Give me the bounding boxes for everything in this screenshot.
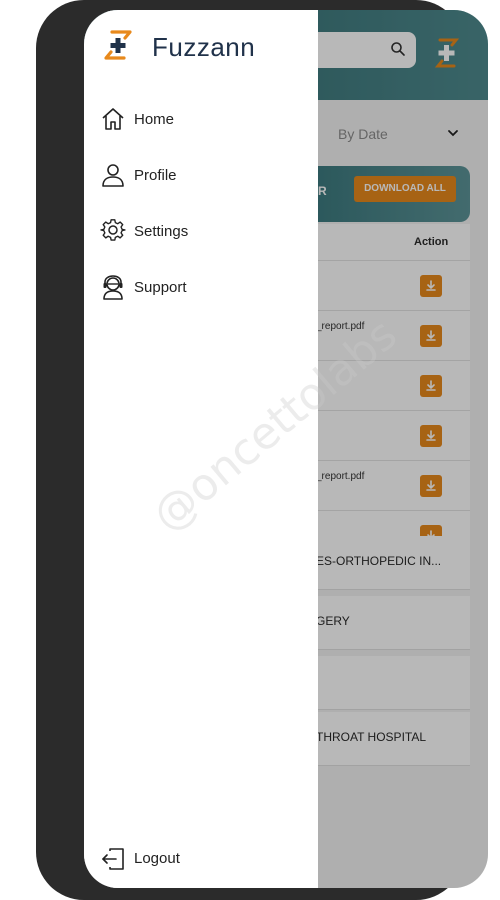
phone-frame: By Date R DOWNLOAD ALL Action _report.pd…	[36, 0, 488, 900]
brand: Fuzzann	[100, 28, 290, 64]
app-name: Fuzzann	[152, 32, 256, 62]
drawer-item-support[interactable]: Support	[100, 270, 300, 306]
drawer-item-label: Settings	[134, 223, 189, 240]
app-logo-icon	[104, 30, 132, 60]
screen: By Date R DOWNLOAD ALL Action _report.pd…	[84, 10, 488, 888]
gear-icon	[100, 219, 126, 241]
drawer-item-label: Support	[134, 279, 187, 296]
drawer-item-home[interactable]: Home	[100, 102, 300, 138]
logout-icon	[102, 848, 124, 870]
logout-button[interactable]: Logout	[100, 844, 250, 874]
drawer-item-settings[interactable]: Settings	[100, 214, 300, 250]
drawer-item-label: Home	[134, 111, 175, 128]
support-agent-icon	[103, 275, 123, 300]
person-icon	[102, 164, 124, 187]
logout-label: Logout	[134, 850, 180, 867]
drawer-item-label: Profile	[134, 167, 177, 184]
drawer-item-profile[interactable]: Profile	[100, 158, 300, 194]
home-icon	[102, 108, 124, 130]
